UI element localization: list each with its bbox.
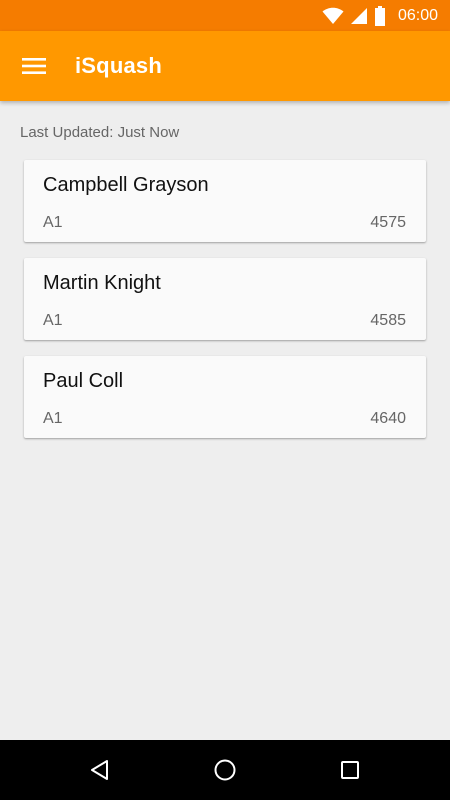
app-title: iSquash xyxy=(75,53,162,78)
status-bar: 06:00 xyxy=(0,0,450,31)
last-updated-text: Last Updated: Just Now xyxy=(20,124,180,141)
status-icons: 06:00 xyxy=(322,5,438,27)
player-name: Paul Coll xyxy=(43,370,124,392)
recents-button[interactable] xyxy=(325,752,375,788)
menu-button[interactable] xyxy=(14,48,54,84)
cellular-signal-icon xyxy=(350,8,367,24)
battery-icon xyxy=(374,6,385,26)
wifi-icon xyxy=(322,7,344,24)
back-icon xyxy=(91,760,108,780)
player-list: Campbell Grayson A1 4575 Martin Knight A… xyxy=(24,160,426,454)
player-division: A1 xyxy=(43,410,63,427)
home-icon xyxy=(214,759,236,781)
player-division: A1 xyxy=(43,312,63,329)
home-button[interactable] xyxy=(200,752,250,788)
player-card[interactable]: Paul Coll A1 4640 xyxy=(24,356,426,438)
player-name: Martin Knight xyxy=(43,272,161,294)
back-button[interactable] xyxy=(75,752,125,788)
player-name: Campbell Grayson xyxy=(43,174,209,196)
player-division: A1 xyxy=(43,214,63,231)
app-bar: iSquash xyxy=(0,31,450,101)
player-card[interactable]: Campbell Grayson A1 4575 xyxy=(24,160,426,242)
recents-icon xyxy=(341,761,359,779)
status-time: 06:00 xyxy=(397,7,438,24)
player-card[interactable]: Martin Knight A1 4585 xyxy=(24,258,426,340)
player-points: 4585 xyxy=(370,312,406,329)
player-points: 4640 xyxy=(370,410,406,427)
navigation-bar xyxy=(0,740,450,800)
hamburger-menu-icon xyxy=(22,58,46,74)
player-points: 4575 xyxy=(370,214,406,231)
